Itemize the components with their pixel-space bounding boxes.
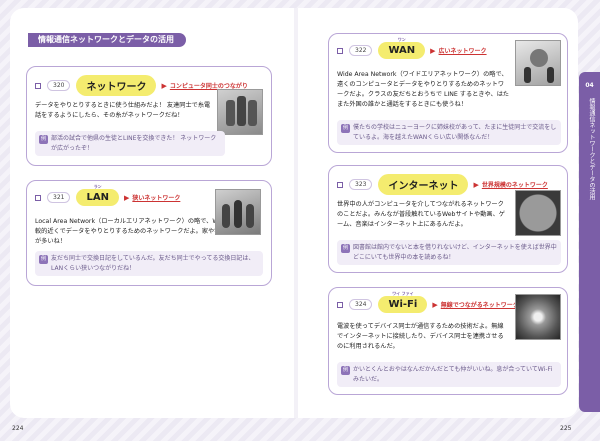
term-keyword: ラン LAN [76,184,119,206]
checkbox-icon [35,82,41,89]
example-text: 図書館は館内でないと本を借りれないけど、インターネットを使えば世界中どこにいても… [353,244,557,261]
keyword-ruby: ラン [93,184,102,189]
example-text: かいとくんとおやはなんだかんだとても仲がいいね。息が合っていてWi-Fiみたいだ… [353,366,553,383]
students-image [215,189,261,235]
example-text: 部活の試合で他県の生徒とLINEを交換できた！ ネットワークが広がったぞ！ [51,135,217,152]
term-number: 323 [349,179,373,190]
term-card-324: 324 ワイ ファイ Wi-Fi ▶ 無線でつながるネットワーク 電波を使ってデバ… [328,287,568,395]
term-keyword: ネットワーク [76,75,157,96]
example-text: 友だち同士で交換日記をしているんだ。友だち同士でやってる交換日記は、LANくらい… [51,255,255,272]
example-badge: 例 [341,366,350,375]
example-box: 例 部活の試合で他県の生徒とLINEを交換できた！ ネットワークが広がったぞ！ [35,131,225,156]
checkbox-icon [337,47,343,54]
term-keyword: インターネット [378,174,469,195]
example-badge: 例 [39,135,48,144]
term-card-321: 321 ラン LAN ▶ 狭いネットワーク Local Area Network（… [26,180,272,286]
term-header: 321 ラン LAN ▶ 狭いネットワーク [35,184,181,206]
term-gloss: 広いネットワーク [438,48,487,55]
term-keyword: ワン WAN [378,37,426,59]
example-box: 例 友だち同士で交換日記をしているんだ。友だち同士でやってる交換日記は、LANく… [35,251,263,276]
servers-image [217,89,263,135]
term-card-320: 320 ネットワーク ▶ コンピュータ同士のつながり データをやりとりするときに… [26,66,272,166]
term-keyword: ワイ ファイ Wi-Fi [378,291,428,313]
term-number: 320 [47,80,71,91]
term-number: 324 [349,299,373,310]
term-gloss: 狭いネットワーク [132,195,181,202]
term-description: 電波を使ってデバイス同士が通信するための技術だよ。無線でインターネットに接続した… [337,323,504,350]
keyword-text: Wi-Fi [388,299,418,310]
term-header: 324 ワイ ファイ Wi-Fi ▶ 無線でつながるネットワーク [337,291,519,313]
checkbox-icon [337,181,343,188]
example-badge: 例 [341,244,350,253]
keyword-text: ネットワーク [86,82,147,93]
example-box: 例 かいとくんとおやはなんだかんだとても仲がいいね。息が合っていてWi-Fiみた… [337,362,561,387]
tunnel-image [515,294,561,340]
keyword-ruby: ワン [397,37,406,42]
term-description: Wide Area Network（ワイドエリアネットワーク）の略で、遠くのコン… [337,71,509,108]
term-card-323: 323 インターネット ▶ 世界規模のネットワーク 世界中の人がコンピュータを介… [328,165,568,273]
arrow-icon: ▶ [161,81,167,90]
keyword-text: インターネット [388,181,459,192]
section-title: 情報通信ネットワークとデータの活用 [28,33,186,47]
arrow-icon: ▶ [430,46,436,55]
page-number-right: 225 [560,425,572,432]
example-badge: 例 [39,255,48,264]
arrow-icon: ▶ [123,193,130,202]
chapter-side-tab: 04 情報通信ネットワークとデータの活用 [579,72,600,412]
term-number: 322 [349,45,373,56]
keyword-ruby: ワイ ファイ [392,291,414,296]
arrow-icon: ▶ [473,180,479,189]
chapter-number: 04 [585,82,594,89]
globe-people-image [515,40,561,86]
term-number: 321 [47,192,71,203]
page-number-left: 224 [12,425,24,432]
chapter-title: 情報通信ネットワークとデータの活用 [588,98,595,200]
arrow-icon: ▶ [432,300,438,309]
term-gloss: 世界規模のネットワーク [481,182,548,189]
earth-image [515,190,561,236]
example-box: 例 図書館は館内でないと本を借りれないけど、インターネットを使えば世界中どこにい… [337,240,561,265]
example-text: 僕たちの学校はニューヨークに姉妹校があって、たまに生徒同士で交流をしているよ。海… [353,124,557,141]
term-header: 322 ワン WAN ▶ 広いネットワーク [337,37,487,59]
keyword-text: LAN [86,192,109,203]
checkbox-icon [35,194,41,201]
keyword-text: WAN [388,45,416,56]
example-box: 例 僕たちの学校はニューヨークに姉妹校があって、たまに生徒同士で交流をしているよ… [337,120,561,145]
term-gloss: 無線でつながるネットワーク [440,302,519,309]
example-badge: 例 [341,124,350,133]
term-card-322: 322 ワン WAN ▶ 広いネットワーク Wide Area Network（ワ… [328,33,568,153]
checkbox-icon [337,301,343,308]
term-description: 世界中の人がコンピュータを介してつながれるネットワークのことだよ。みんなが普段触… [337,201,505,228]
term-header: 320 ネットワーク ▶ コンピュータ同士のつながり [35,75,248,96]
term-description: データをやりとりするときに使う仕組みだよ！ 友達同士で糸電話をするようにしたら、… [35,102,211,119]
